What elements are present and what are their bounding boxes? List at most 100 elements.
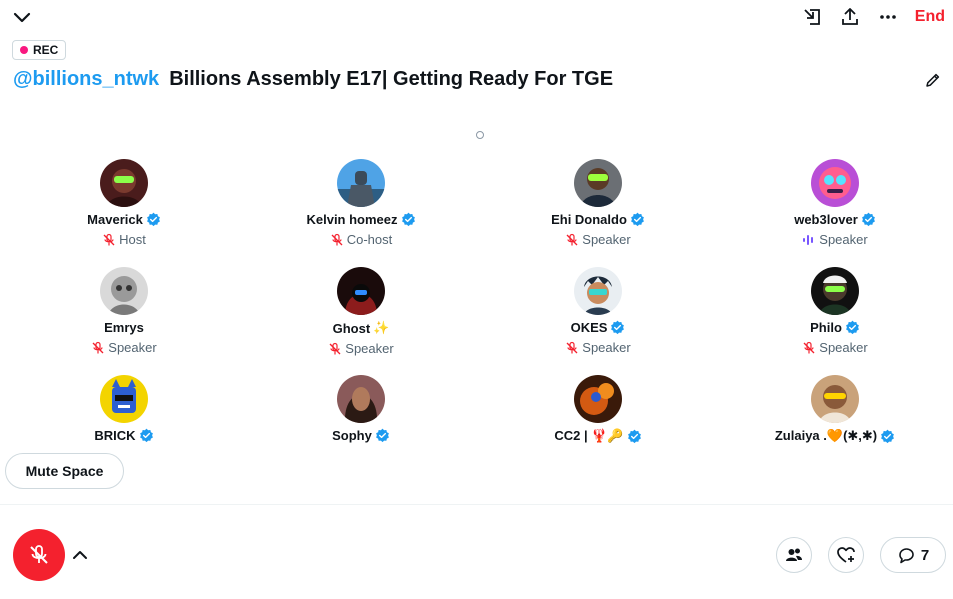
speaker-name: Ghost ✨ bbox=[333, 320, 390, 336]
mic-toggle-button[interactable] bbox=[13, 529, 65, 581]
verified-badge-icon bbox=[610, 320, 625, 335]
speaker-name: Kelvin homeez bbox=[306, 212, 415, 227]
more-icon[interactable] bbox=[877, 6, 899, 28]
speakers-grid: Maverick Host Kelvin homeez Co-host Ehi … bbox=[0, 150, 953, 453]
speaker-card[interactable]: Maverick Host bbox=[6, 150, 242, 254]
avatar bbox=[574, 375, 622, 423]
speaker-role: Speaker bbox=[91, 340, 157, 355]
speaker-card[interactable]: Kelvin homeez Co-host bbox=[243, 150, 479, 254]
avatar bbox=[100, 159, 148, 207]
speaker-name-text: Philo bbox=[810, 320, 842, 335]
speaker-name-text: Kelvin homeez bbox=[306, 212, 398, 227]
speaker-name: Ehi Donaldo bbox=[551, 212, 645, 227]
speaker-card[interactable]: Sophy bbox=[243, 366, 479, 453]
speaker-role-text: Co-host bbox=[346, 232, 393, 247]
speaker-role: Speaker bbox=[565, 340, 631, 355]
comments-button[interactable]: 7 bbox=[880, 537, 946, 573]
verified-badge-icon bbox=[146, 212, 161, 227]
scrolled-description bbox=[16, 96, 136, 116]
rec-dot-icon bbox=[20, 46, 28, 54]
host-handle-link[interactable]: @billions_ntwk bbox=[13, 68, 159, 91]
speaker-role-text: Speaker bbox=[582, 340, 631, 355]
speaker-emoji: ✨ bbox=[373, 320, 390, 335]
speaker-name-text: Zulaiya .🧡(✱,✱) bbox=[774, 428, 878, 443]
speaker-card[interactable]: CC2 | 🦞🔑 bbox=[480, 366, 716, 453]
mic-off-icon bbox=[92, 341, 104, 353]
verified-badge-icon bbox=[375, 428, 390, 443]
avatar bbox=[100, 375, 148, 423]
mic-off-icon bbox=[103, 233, 115, 245]
speaker-role: Speaker bbox=[565, 232, 631, 247]
verified-badge-icon bbox=[880, 429, 895, 444]
avatar bbox=[337, 375, 385, 423]
speaker-card[interactable]: Ehi Donaldo Speaker bbox=[480, 150, 716, 254]
speaker-name: BRICK bbox=[94, 428, 153, 443]
speaker-name-text: Emrys bbox=[104, 320, 144, 335]
verified-badge-icon bbox=[845, 320, 860, 335]
people-button[interactable] bbox=[776, 537, 812, 573]
speaker-name-text: web3lover bbox=[794, 212, 858, 227]
avatar bbox=[811, 267, 859, 315]
avatar bbox=[811, 159, 859, 207]
verified-badge-icon bbox=[627, 429, 642, 444]
speaker-card[interactable]: Emrys Speaker bbox=[6, 258, 242, 362]
speaking-wave-icon bbox=[803, 234, 814, 245]
dock-icon[interactable] bbox=[801, 6, 823, 28]
speaker-name: Philo bbox=[810, 320, 860, 335]
page-indicator bbox=[476, 131, 484, 139]
speaker-role: Speaker bbox=[802, 232, 868, 247]
speaker-role-text: Host bbox=[119, 232, 146, 247]
speaker-card[interactable]: Zulaiya .🧡(✱,✱) bbox=[717, 366, 953, 453]
speaker-name-text: Ehi Donaldo bbox=[551, 212, 627, 227]
speaker-name: web3lover bbox=[794, 212, 876, 227]
speaker-card[interactable]: Philo Speaker bbox=[717, 258, 953, 362]
space-title-text: Billions Assembly E17| Getting Ready For… bbox=[169, 68, 614, 90]
speaker-role-text: Speaker bbox=[582, 232, 631, 247]
people-icon bbox=[786, 548, 802, 561]
avatar bbox=[574, 159, 622, 207]
verified-badge-icon bbox=[139, 428, 154, 443]
speaker-name: Zulaiya .🧡(✱,✱) bbox=[775, 428, 895, 444]
avatar bbox=[337, 159, 385, 207]
comments-count: 7 bbox=[920, 546, 930, 564]
mic-off-icon bbox=[566, 341, 578, 353]
edit-icon[interactable] bbox=[923, 70, 943, 90]
heart-plus-icon bbox=[837, 547, 855, 563]
verified-badge-icon bbox=[401, 212, 416, 227]
mic-off-icon bbox=[329, 342, 341, 354]
speaker-role-text: Speaker bbox=[108, 340, 157, 355]
chevron-up-icon[interactable] bbox=[70, 545, 90, 565]
speaker-name-text: Maverick bbox=[87, 212, 143, 227]
mic-off-icon bbox=[566, 233, 578, 245]
speaker-name: OKES bbox=[571, 320, 626, 335]
speaker-name: Maverick bbox=[87, 212, 161, 227]
speaker-name-text: OKES bbox=[570, 320, 608, 335]
speaker-name-text: BRICK bbox=[94, 428, 136, 443]
end-button[interactable]: End bbox=[915, 8, 945, 26]
mic-off-icon bbox=[803, 341, 815, 353]
speaker-card[interactable]: web3lover Speaker bbox=[717, 150, 953, 254]
mic-off-icon bbox=[331, 233, 343, 245]
speaker-card[interactable]: OKES Speaker bbox=[480, 258, 716, 362]
speaker-role-text: Speaker bbox=[819, 232, 868, 247]
avatar bbox=[337, 267, 385, 315]
speaker-name: Sophy bbox=[332, 428, 390, 443]
share-icon[interactable] bbox=[839, 6, 861, 28]
speaker-role: Speaker bbox=[802, 340, 868, 355]
speaker-name-text: Sophy bbox=[332, 428, 372, 443]
reaction-button[interactable] bbox=[828, 537, 864, 573]
speaker-name-text: CC2 | 🦞🔑 bbox=[554, 428, 624, 443]
mic-off-icon bbox=[30, 545, 48, 564]
speaker-role: Host bbox=[102, 232, 146, 247]
speaker-card[interactable]: BRICK bbox=[6, 366, 242, 453]
speaker-card[interactable]: Ghost ✨ Speaker bbox=[243, 258, 479, 362]
verified-badge-icon bbox=[630, 212, 645, 227]
chevron-down-icon[interactable] bbox=[10, 6, 34, 30]
top-actions: End bbox=[801, 6, 945, 28]
verified-badge-icon bbox=[861, 212, 876, 227]
mute-space-button[interactable]: Mute Space bbox=[5, 453, 124, 489]
avatar bbox=[100, 267, 148, 315]
speaker-role: Speaker bbox=[328, 341, 394, 356]
comment-icon bbox=[899, 548, 914, 564]
rec-badge: REC bbox=[12, 40, 67, 60]
